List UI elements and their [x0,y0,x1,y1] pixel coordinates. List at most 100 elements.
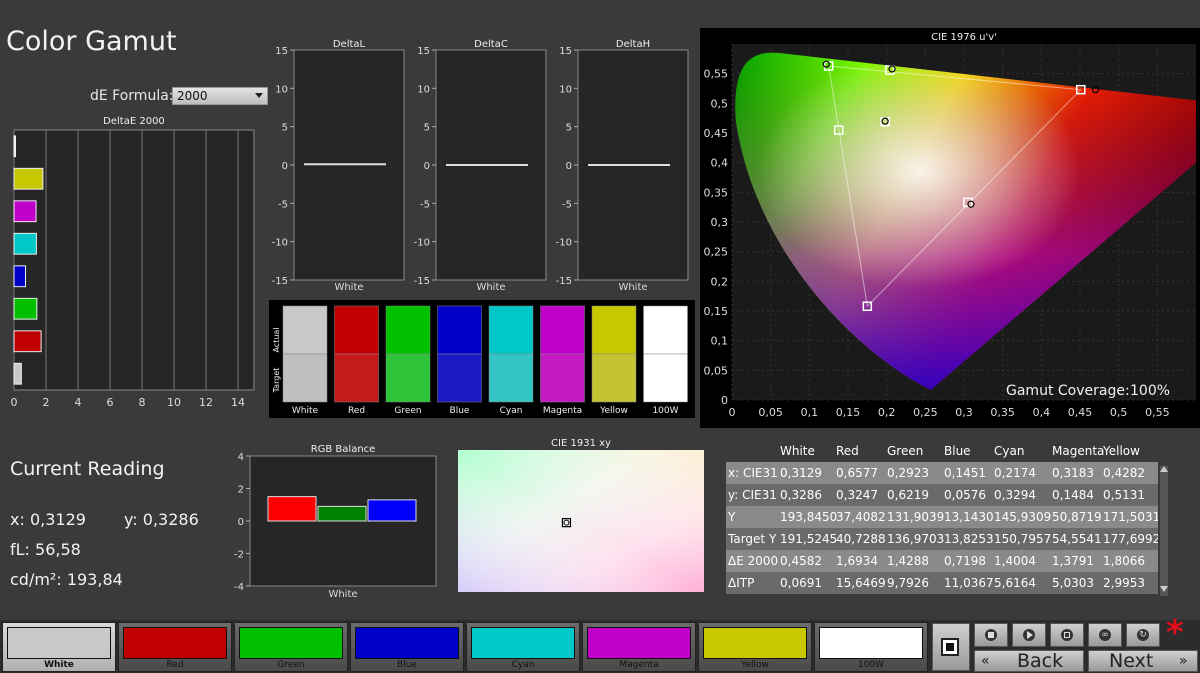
scroll-down-icon[interactable] [1160,586,1168,592]
play-button[interactable] [1012,623,1046,647]
swatch-button-blue[interactable]: Blue [350,622,464,672]
swatch-button-magenta[interactable]: Magenta [582,622,696,672]
swatch-button-red[interactable]: Red [118,622,232,672]
cie1976-xtick: 0,3 [955,406,973,419]
swatch-label: Red [348,406,365,416]
swatch-label: Green [277,660,305,670]
table-cell: 0,1484 [1052,488,1094,502]
table-cell: 13,8253 [944,532,994,546]
rgb-bar-0 [267,496,317,522]
swatch-label: Yellow [741,660,769,670]
scroll-up-icon[interactable] [1160,466,1168,472]
delta-h-tick-label: 5 [566,123,572,134]
back-button[interactable]: « Back [974,650,1084,672]
page-title: Color Gamut [6,26,177,57]
swatch-button-green[interactable]: Green [234,622,348,672]
swatch-actual-cyan [488,305,534,355]
cie1976-xtick: 0,15 [836,406,861,419]
next-label: Next [1109,650,1154,672]
cie1976-title: CIE 1976 u'v' [931,32,997,43]
delta-h-category-label: White [618,282,647,292]
table-cell: 0,2923 [887,466,929,480]
table-cell: Target Y [728,532,777,546]
cie1976-xtick: 0,1 [801,406,819,419]
delta-c-tick-label: 0 [424,161,430,172]
table-cell: Cyan [994,444,1025,458]
reading-fl: fL: 56,58 [10,540,81,559]
table-cell: 11,0367 [944,576,994,590]
delta-c-title: DeltaC [474,39,508,50]
cie1976-xtick: 0,5 [1110,406,1128,419]
swatch-button-100w[interactable]: 100W [814,622,928,672]
cie1976-ytick: 0,05 [704,364,729,377]
table-cell: 50,8719 [1052,510,1102,524]
delta-h-tick-label: 10 [559,84,572,95]
swatch-label: 100W [857,660,885,670]
swatch-target-100w [643,353,688,403]
cie1976-ytick: 0,5 [711,97,729,110]
deltae-bar-white [13,362,22,385]
stop-button[interactable] [974,623,1008,647]
delta-c-tick-label: 5 [424,123,430,134]
swatch-chip [703,627,807,659]
stop-icon [985,629,997,641]
table-cell: Y [728,510,736,524]
rgb-balance-chart: RGB Balance 4 2 0 -2 -4 White [234,444,437,600]
deltae-tick-label: 12 [199,396,213,409]
next-button[interactable]: Next » [1088,650,1198,672]
swatch-button-cyan[interactable]: Cyan [466,622,580,672]
table-cell: x: CIE31 [728,466,778,480]
swatch-button-white[interactable]: White [2,622,116,672]
record-stop-icon [941,638,959,656]
swatch-button-yellow[interactable]: Yellow [698,622,812,672]
delta-l-chart: DeltaL 15 10 5 0 -5 -10 -15 White [272,39,405,292]
cie1976-chart: CIE 1976 u'v' 0 0,05 0,1 0,15 0,2 0,25 0,3 0,35 0… [700,28,1200,428]
cie1976-xtick: 0,4 [1033,406,1051,419]
swatch-actual-yellow [591,305,637,355]
actual-target-swatches: Actual Target White Red Green Blue Cyan Magenta… [269,300,695,418]
rgb-tick-label: 4 [238,452,244,463]
table-cell: 0,6577 [836,466,878,480]
table-cell: 1,4288 [887,554,929,568]
cie1976-xtick: 0,45 [1068,406,1093,419]
table-row: Y 193,8450 37,4082 131,9039 13,1430 145,9309 5… [726,506,1170,528]
cie1976-ytick: 0,15 [704,305,729,318]
axis-actual-label: Actual [272,327,281,352]
next-arrow-icon: » [1179,653,1188,669]
rgb-balance-title: RGB Balance [311,444,376,455]
reading-y: y: 0,3286 [124,510,199,529]
table-cell: Blue [944,444,971,458]
loop-button[interactable]: ∞ [1088,623,1122,647]
delta-l-tick-label: -15 [272,276,288,287]
cie1976-ytick: 0,45 [704,127,729,140]
chevron-down-icon [255,93,263,98]
refresh-button[interactable]: ↻ [1126,623,1160,647]
table-cell: 37,4082 [836,510,886,524]
table-cell: 9,7926 [887,576,929,590]
delta-l-tick-label: -10 [272,238,288,249]
cie1976-xtick: 0,05 [758,406,783,419]
stop-measure-button[interactable] [932,623,970,671]
axis-target-label: Target [272,368,281,394]
table-cell: 0,3129 [780,466,822,480]
table-cell: 0,2174 [994,466,1036,480]
delta-h-title: DeltaH [616,39,650,50]
step-button[interactable] [1050,623,1084,647]
scrollbar-track[interactable] [1160,466,1168,596]
table-cell: 1,3791 [1052,554,1094,568]
delta-l-tick-label: -5 [278,199,288,210]
asterisk-icon[interactable]: * [1166,616,1184,650]
table-cell: 0,6219 [887,488,929,502]
table-cell: 0,5131 [1103,488,1145,502]
swatch-actual-magenta [540,305,585,355]
rgb-tick-label: -2 [234,550,244,561]
swatch-target-green [385,353,431,403]
table-scrollbar[interactable] [1158,440,1170,598]
gamut-coverage-value: 100% [1130,383,1170,399]
cie1976-ytick: 0,4 [711,157,729,170]
table-cell: White [780,444,815,458]
deltae-tick-label: 6 [107,396,114,409]
table-cell: Red [836,444,859,458]
deltae-tick-label: 14 [231,396,245,409]
de-formula-select[interactable]: 2000 [172,87,268,105]
